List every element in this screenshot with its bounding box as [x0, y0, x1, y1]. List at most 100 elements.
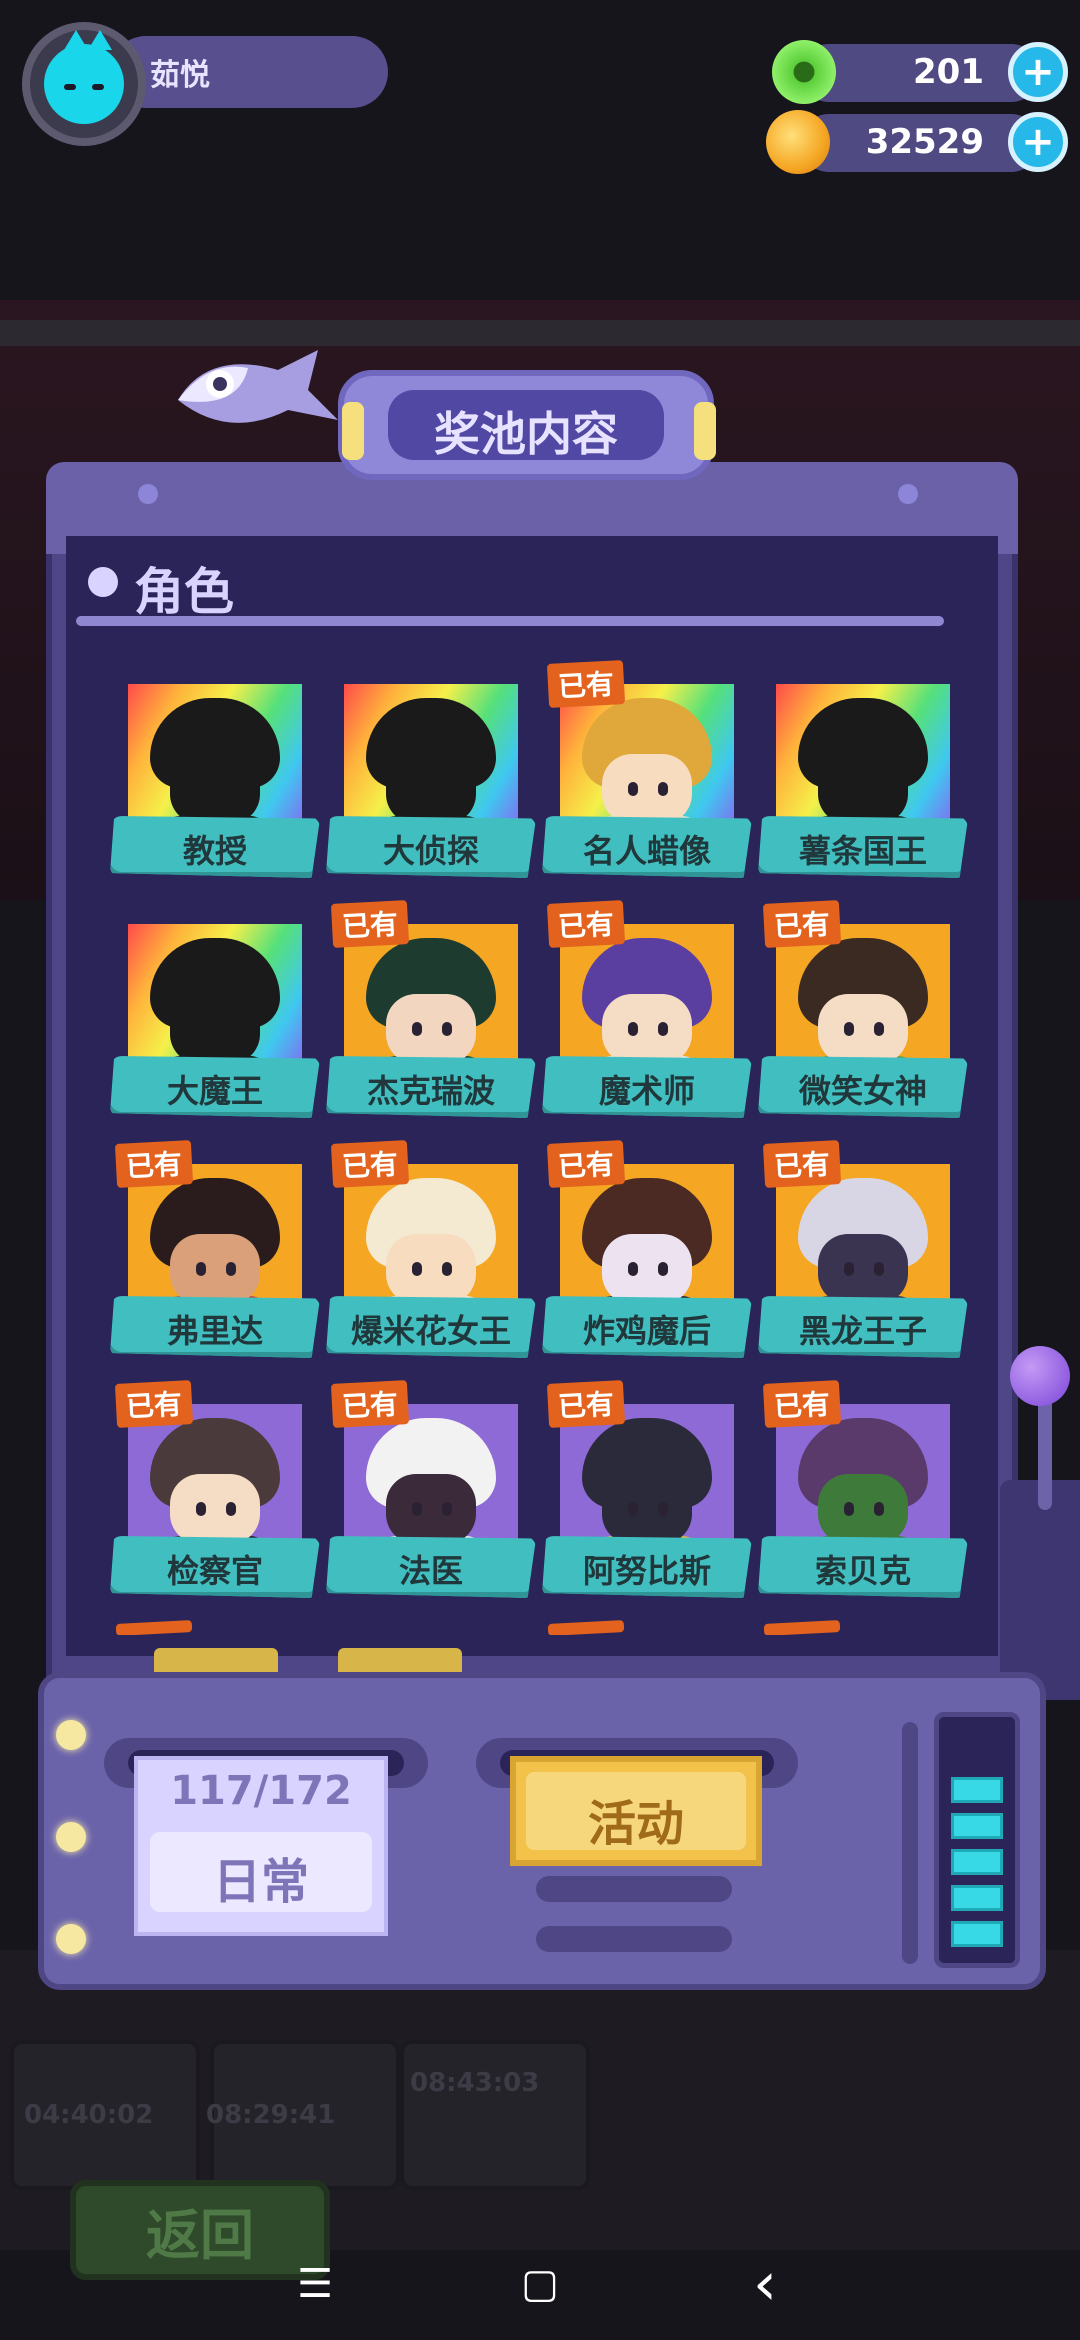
owned-badge: 已有	[330, 1380, 410, 1428]
character-name: 微笑女神	[798, 1072, 927, 1110]
character-name: 索贝克	[814, 1552, 911, 1590]
character-card[interactable]: 微笑女神 已有	[758, 900, 968, 1134]
character-name: 弗里达	[166, 1312, 263, 1350]
gem-count: 201	[913, 52, 984, 92]
green-gem-icon	[772, 40, 836, 104]
owned-badge: 已有	[762, 900, 842, 948]
gold-planet-icon	[766, 110, 830, 174]
background-slot	[400, 2040, 590, 2190]
panel-title: 奖池内容	[434, 407, 618, 461]
tab-event-label: 活动	[587, 1796, 684, 1852]
add-gems-button[interactable]: +	[1008, 42, 1068, 102]
character-card[interactable]: 名人蜡像 已有	[542, 660, 752, 894]
system-nav-bar: ☰ ▢ ‹	[0, 2230, 1080, 2340]
coin-count: 32529	[865, 122, 984, 162]
character-name: 魔术师	[598, 1072, 695, 1110]
background-timer: 04:40:02	[24, 2100, 154, 2130]
character-eye	[196, 1502, 206, 1516]
add-coins-button[interactable]: +	[1008, 112, 1068, 172]
meter-cell	[951, 1885, 1003, 1911]
character-face	[818, 1474, 908, 1544]
character-eye	[658, 1502, 668, 1516]
character-face	[602, 1474, 692, 1544]
character-eye	[442, 1022, 452, 1036]
owned-badge	[547, 1620, 625, 1635]
cat-avatar-icon	[44, 30, 124, 124]
cat-ear-left	[64, 30, 88, 50]
character-eye	[412, 1262, 422, 1276]
character-card[interactable]: 阿努比斯 已有	[542, 1380, 752, 1614]
character-eye	[658, 1262, 668, 1276]
character-eye	[442, 1502, 452, 1516]
character-card[interactable]: 检察官 已有	[110, 1380, 320, 1614]
machine-groove	[536, 1876, 732, 1902]
owned-badge: 已有	[762, 1380, 842, 1428]
panel-title-tab: 奖池内容	[338, 370, 716, 480]
character-card[interactable]: 弗里达 已有	[110, 1140, 320, 1374]
meter-cell	[951, 1777, 1003, 1803]
character-face	[386, 754, 476, 824]
character-name: 炸鸡魔后	[582, 1312, 711, 1350]
owned-badge: 已有	[330, 1140, 410, 1188]
owned-badge	[115, 1620, 193, 1635]
character-card[interactable]: 薯条国王	[758, 684, 968, 894]
character-name: 阿努比斯	[582, 1552, 711, 1590]
owned-badge: 已有	[114, 1140, 194, 1188]
owned-badge: 已有	[546, 900, 626, 948]
tab-event[interactable]: 活动	[510, 1756, 762, 1866]
cat-ear-right	[88, 30, 112, 50]
character-name: 法医	[398, 1552, 463, 1590]
character-eye	[412, 1502, 422, 1516]
character-card[interactable]: 索贝克 已有	[758, 1380, 968, 1614]
character-card[interactable]: 大侦探	[326, 684, 536, 894]
character-name: 杰克瑞波	[366, 1072, 495, 1110]
owned-badge: 已有	[546, 660, 626, 708]
character-eye	[226, 1262, 236, 1276]
home-icon[interactable]: ▢	[505, 2254, 575, 2314]
currency-bar-gems: 201	[800, 44, 1040, 102]
character-card[interactable]: 法医 已有	[326, 1380, 536, 1614]
tab-daily[interactable]: 117/172 日常	[134, 1756, 388, 1936]
background-timer: 08:43:03	[410, 2068, 540, 2098]
lever-base	[1000, 1480, 1080, 1700]
character-card[interactable]: 爆米花女王 已有	[326, 1140, 536, 1374]
title-tab-cap-right	[694, 402, 716, 460]
menu-icon[interactable]: ☰	[280, 2254, 350, 2314]
cat-eye-right	[92, 84, 104, 90]
back-icon[interactable]: ‹	[730, 2249, 800, 2319]
character-face	[170, 1474, 260, 1544]
character-card[interactable]: 杰克瑞波 已有	[326, 900, 536, 1134]
daily-label-box: 日常	[150, 1832, 372, 1912]
character-card[interactable]: 魔术师 已有	[542, 900, 752, 1134]
character-name: 教授	[182, 832, 247, 870]
character-eye	[226, 1502, 236, 1516]
character-eye	[628, 1262, 638, 1276]
character-face	[818, 994, 908, 1064]
character-face	[602, 1234, 692, 1304]
character-card[interactable]: 教授	[110, 684, 320, 894]
character-face	[818, 1234, 908, 1304]
character-eye	[658, 1022, 668, 1036]
character-card[interactable]: 炸鸡魔后 已有	[542, 1140, 752, 1374]
character-card[interactable]: 大魔王	[110, 924, 320, 1134]
owned-badge: 已有	[546, 1140, 626, 1188]
character-eye	[196, 1262, 206, 1276]
title-tab-inner: 奖池内容	[388, 390, 664, 461]
lever-knob[interactable]	[1010, 1346, 1070, 1406]
owned-badge: 已有	[114, 1380, 194, 1428]
character-face	[818, 754, 908, 824]
character-face	[386, 1474, 476, 1544]
character-name: 薯条国王	[798, 832, 927, 870]
character-eye	[442, 1262, 452, 1276]
character-face	[170, 754, 260, 824]
player-avatar[interactable]	[22, 22, 146, 146]
character-eye	[412, 1022, 422, 1036]
character-card[interactable]: 黑龙王子 已有	[758, 1140, 968, 1374]
tab-daily-label: 日常	[212, 1854, 309, 1910]
character-eye	[874, 1262, 884, 1276]
machine-bulb	[56, 1924, 86, 1954]
character-eye	[874, 1502, 884, 1516]
machine-bulb	[56, 1720, 86, 1750]
machine-vertical-rail	[902, 1722, 918, 1964]
section-title: 角色	[134, 563, 234, 621]
